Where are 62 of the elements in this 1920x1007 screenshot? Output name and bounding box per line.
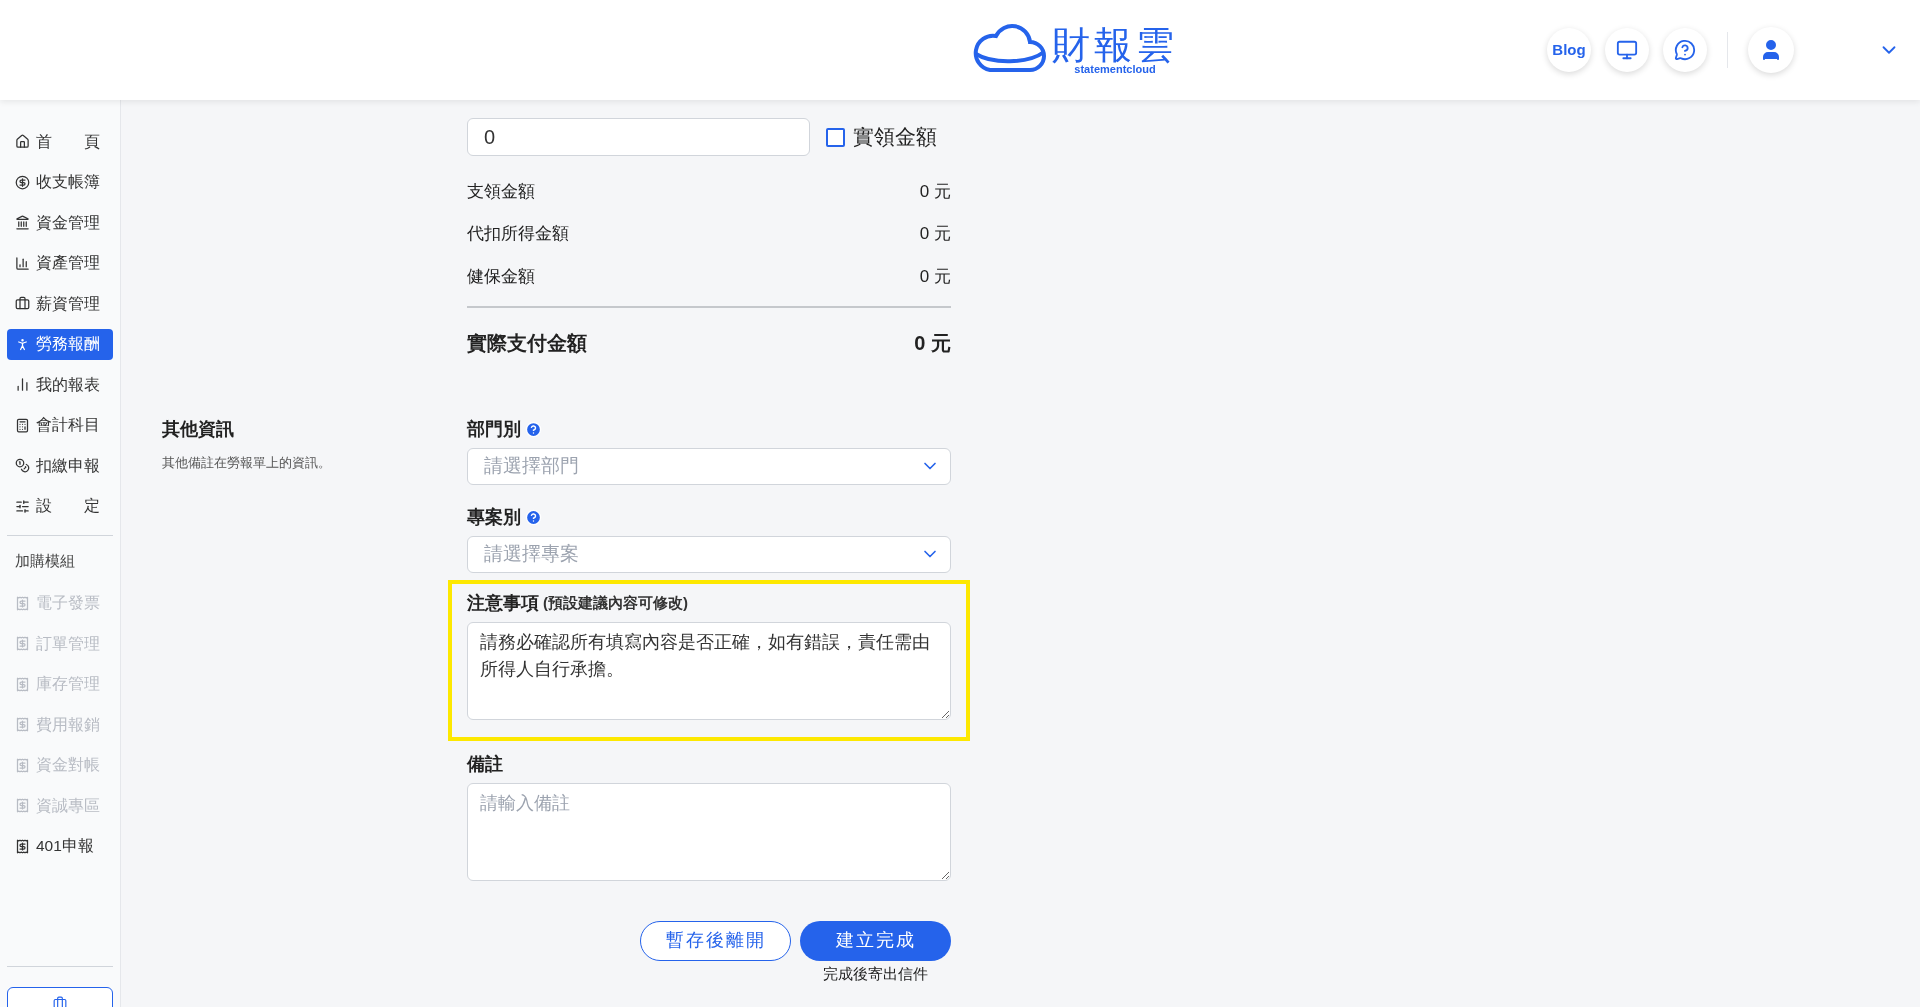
section-title: 加購模組	[14, 551, 76, 571]
amount-label: 支領金額	[467, 180, 535, 203]
briefcase-icon	[15, 296, 30, 311]
help-icon[interactable]	[525, 421, 542, 438]
logo-tagline: statementcloud	[1074, 63, 1156, 75]
home-icon	[15, 134, 30, 149]
create-button[interactable]: 建立完成	[800, 920, 951, 961]
settings-icon	[15, 498, 30, 514]
section-description: 其他備註在勞報單上的資訊。	[162, 454, 332, 472]
briefcase-icon	[53, 996, 67, 1007]
nav-item[interactable]: 收支帳簿	[7, 166, 113, 198]
text-area[interactable]: 請務必確認所有填寫內容是否正確，如有錯誤，責任需由所得人自行承擔。	[467, 621, 951, 720]
section-title: 其他資訊	[162, 418, 235, 441]
calculator-icon	[15, 417, 30, 433]
coins-icon	[15, 458, 30, 473]
receipt-icon	[15, 717, 30, 732]
field-label: 專案別	[467, 506, 521, 529]
user-avatar-button[interactable]	[1748, 27, 1794, 73]
total-value: 0 元	[914, 330, 951, 356]
nav-item[interactable]: 我的報表	[7, 369, 113, 400]
nav-item[interactable]: 薪資管理	[7, 288, 113, 319]
receipt-icon	[15, 798, 30, 813]
button-caption: 完成後寄出信件	[823, 963, 928, 984]
text-area[interactable]: 請輸入備註	[467, 782, 951, 881]
amount-value: 0 元	[919, 265, 951, 288]
receipt-icon	[15, 595, 30, 611]
total-label: 實際支付金額	[467, 330, 587, 356]
nav-item[interactable]: 扣繳申報	[7, 450, 113, 481]
field-label: 備註	[467, 753, 503, 776]
bar-chart-icon	[15, 377, 30, 392]
video-guide-button[interactable]	[1605, 28, 1649, 72]
nav-item[interactable]: 會計科目	[7, 409, 113, 441]
amount-value: 0 元	[919, 180, 951, 203]
field-label: 注意事項	[467, 592, 539, 615]
video-icon	[1616, 39, 1638, 61]
nav-item[interactable]: 資產管理	[7, 247, 113, 279]
nav-item[interactable]: 首 頁	[7, 126, 113, 157]
module-item[interactable]: 401申報	[7, 833, 113, 859]
blog-button[interactable]: Blog	[1547, 28, 1591, 72]
receipt-icon	[15, 838, 30, 854]
nav-item[interactable]: 設 定	[7, 490, 113, 522]
field-hint: (預設建議內容可修改)	[543, 593, 688, 614]
amount-value: 0 元	[919, 223, 951, 245]
receipt-icon	[15, 636, 30, 651]
dollar-icon	[15, 174, 30, 190]
amount-input[interactable]: 0	[467, 118, 810, 156]
checkbox[interactable]	[826, 127, 845, 147]
receipt-icon	[15, 676, 30, 692]
receipt-icon	[15, 757, 30, 773]
help-chat-icon	[1674, 39, 1696, 61]
amount-label: 健保金額	[467, 265, 535, 288]
actual-amount-checkbox[interactable]: 實領金額	[826, 121, 937, 153]
amount-label: 代扣所得金額	[467, 223, 569, 245]
nav-item[interactable]: 勞務報酬	[7, 328, 113, 360]
nav-item[interactable]: 資金管理	[7, 207, 113, 238]
help-button[interactable]	[1663, 28, 1707, 72]
save-draft-button[interactable]: 暫存後離開	[640, 920, 791, 961]
logo-title: 財報雲	[1052, 25, 1178, 64]
chart-icon	[15, 255, 30, 271]
bank-icon	[15, 215, 30, 230]
help-icon[interactable]	[525, 509, 542, 526]
field-label: 部門別	[467, 418, 521, 441]
